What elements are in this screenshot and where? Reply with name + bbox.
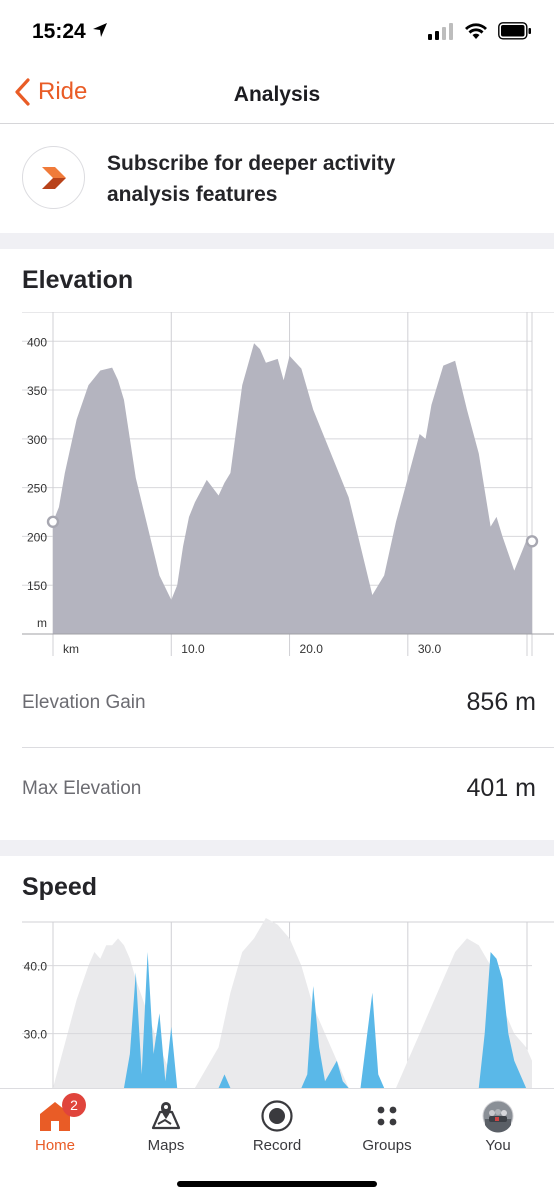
- tab-label: Home: [34, 1137, 75, 1154]
- y-tick-label: 400: [27, 335, 47, 349]
- section-separator: [0, 840, 554, 856]
- home-indicator: [177, 1181, 377, 1187]
- tab-label: Record: [252, 1137, 302, 1154]
- cellular-signal-icon: [428, 23, 453, 40]
- speed-background-area: [53, 918, 532, 1088]
- y-tick-label: 200: [27, 530, 47, 544]
- status-time: 15:24: [32, 20, 86, 43]
- location-arrow-icon: [92, 22, 108, 43]
- tab-label: Maps: [147, 1137, 185, 1154]
- groups-icon: [377, 1106, 397, 1126]
- elevation-gain-label: Elevation Gain: [22, 692, 146, 713]
- max-elevation-value: 401 m: [466, 774, 536, 802]
- section-separator: [0, 233, 554, 249]
- speed-title: Speed: [22, 873, 98, 901]
- y-unit-label: m: [37, 616, 47, 630]
- record-icon: [261, 1100, 293, 1132]
- tab-groups[interactable]: Groups: [332, 1089, 442, 1159]
- end-marker: [525, 535, 539, 548]
- elevation-title: Elevation: [22, 266, 134, 294]
- y-tick-label: 150: [27, 579, 47, 593]
- y-tick-label: 30.0: [24, 1028, 48, 1042]
- tab-home[interactable]: 2 Home: [0, 1089, 110, 1159]
- page-title: Analysis: [233, 83, 321, 106]
- tab-maps[interactable]: Maps: [111, 1089, 221, 1159]
- avatar-icon: [482, 1100, 514, 1133]
- tab-you[interactable]: You: [443, 1089, 553, 1159]
- x-tick-label: km: [63, 642, 79, 656]
- max-elevation-label: Max Elevation: [22, 778, 142, 799]
- subscribe-banner[interactable]: Subscribe for deeper activity analysis f…: [0, 124, 554, 232]
- elevation-area: [53, 343, 532, 634]
- max-elevation-row: Max Elevation 401 m: [0, 748, 554, 834]
- x-tick-label: 30.0: [418, 642, 442, 656]
- y-tick-label: 40.0: [24, 960, 48, 974]
- notification-badge: 2: [62, 1093, 86, 1117]
- elevation-chart: 150 200 250 300 350 400 m km 10.0 20.0 30.0: [22, 312, 554, 656]
- status-bar: 15:24: [0, 0, 554, 66]
- wifi-icon: [465, 23, 487, 39]
- x-tick-label: 20.0: [300, 642, 324, 656]
- y-tick-label: 300: [27, 433, 47, 447]
- status-indicators: [428, 22, 532, 40]
- elevation-gain-value: 856 m: [466, 688, 536, 716]
- start-marker: [46, 515, 60, 528]
- navigation-bar: Ride Analysis: [0, 66, 554, 124]
- elevation-gain-row: Elevation Gain 856 m: [0, 662, 554, 748]
- battery-icon: [498, 22, 531, 40]
- tab-label: Groups: [362, 1137, 412, 1154]
- tab-label: You: [485, 1137, 511, 1154]
- maps-icon: [151, 1102, 181, 1130]
- y-tick-label: 250: [27, 482, 47, 496]
- subscribe-text: Subscribe for deeper activity analysis f…: [107, 152, 396, 206]
- tab-record[interactable]: Record: [222, 1089, 332, 1159]
- subscription-logo-icon: [22, 146, 85, 209]
- y-tick-label: 350: [27, 384, 47, 398]
- speed-chart: 30.0 40.0: [22, 918, 554, 1088]
- x-tick-label: 10.0: [181, 642, 205, 656]
